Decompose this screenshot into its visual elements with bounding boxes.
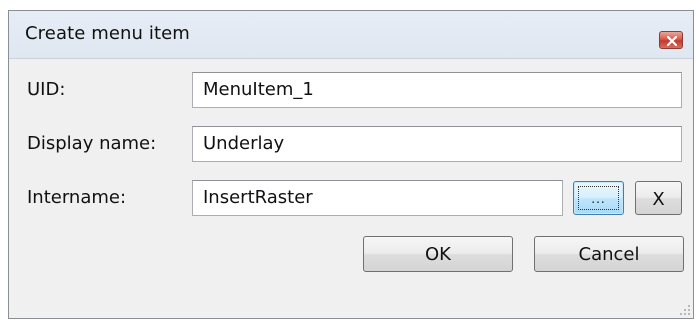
uid-label: UID:: [27, 79, 66, 100]
ok-button[interactable]: OK: [363, 236, 513, 272]
browse-label: ...: [591, 192, 606, 206]
screen: Create menu item UID: MenuItem_1 Display…: [0, 0, 696, 325]
resize-grip-icon[interactable]: [679, 304, 691, 316]
display-name-value: Underlay: [203, 133, 285, 154]
close-button[interactable]: [659, 31, 683, 49]
intername-value: InsertRaster: [203, 187, 313, 208]
intername-label: Intername:: [27, 187, 127, 208]
uid-value: MenuItem_1: [203, 79, 314, 100]
clear-label: X: [652, 189, 665, 210]
intername-field[interactable]: InsertRaster: [192, 180, 563, 216]
create-menu-item-dialog: Create menu item UID: MenuItem_1 Display…: [8, 10, 694, 319]
title-bar[interactable]: Create menu item: [9, 11, 693, 59]
display-name-field[interactable]: Underlay: [192, 126, 682, 162]
dialog-title: Create menu item: [25, 23, 190, 44]
cancel-button[interactable]: Cancel: [534, 236, 684, 272]
clear-intername-button[interactable]: X: [635, 181, 682, 215]
ok-label: OK: [425, 244, 451, 265]
display-name-label: Display name:: [27, 133, 157, 154]
cancel-label: Cancel: [578, 244, 640, 265]
uid-field[interactable]: MenuItem_1: [192, 72, 682, 108]
browse-button[interactable]: ...: [573, 181, 624, 215]
close-icon: [667, 36, 677, 46]
